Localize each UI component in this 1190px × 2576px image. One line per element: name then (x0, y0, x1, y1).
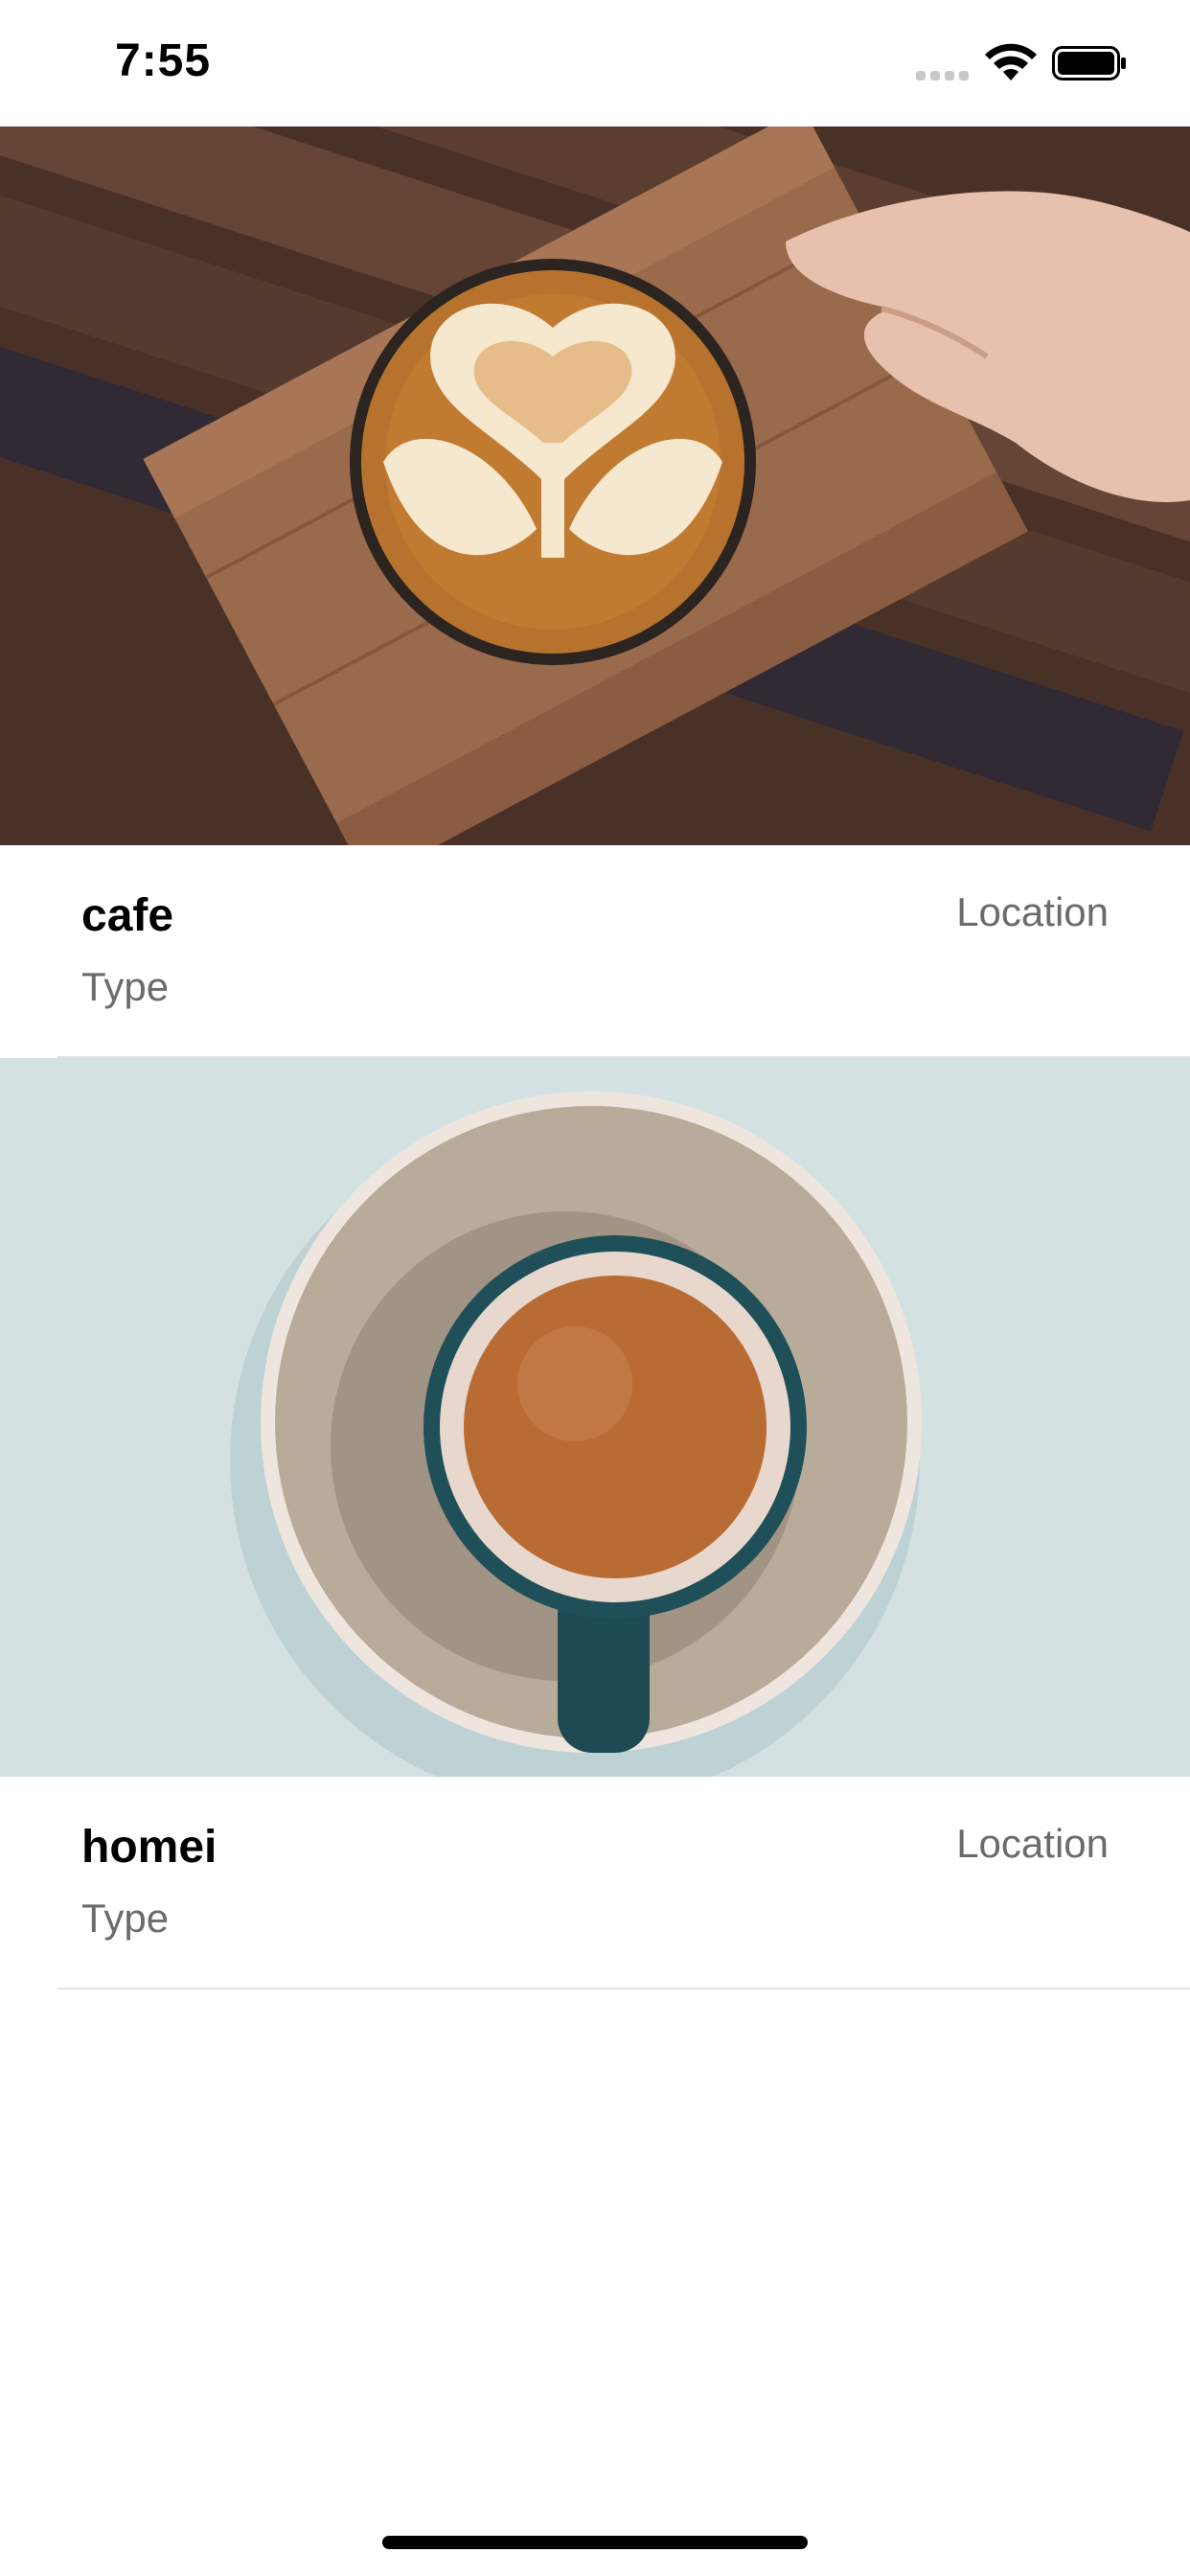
signal-icon (916, 71, 969, 80)
wifi-icon (985, 43, 1037, 80)
card-title: cafe (81, 890, 174, 941)
card-title: homei (81, 1822, 217, 1873)
status-time: 7:55 (115, 35, 212, 86)
list-item-homei[interactable]: homei Type Location (0, 1058, 1190, 1990)
coffee-cup-photo (0, 1058, 1190, 1777)
list-item-cafe[interactable]: cafe Type Location (0, 126, 1190, 1058)
card-type: Type (81, 964, 170, 1009)
card-type: Type (81, 1896, 170, 1941)
status-bar: 7:55 (0, 0, 1190, 126)
card-location: Location (956, 1821, 1109, 1866)
latte-art-photo (0, 126, 1190, 845)
card-location: Location (956, 889, 1109, 934)
home-indicator[interactable] (382, 2536, 808, 2549)
battery-icon (1052, 46, 1126, 80)
row-separator (57, 1988, 1190, 1990)
